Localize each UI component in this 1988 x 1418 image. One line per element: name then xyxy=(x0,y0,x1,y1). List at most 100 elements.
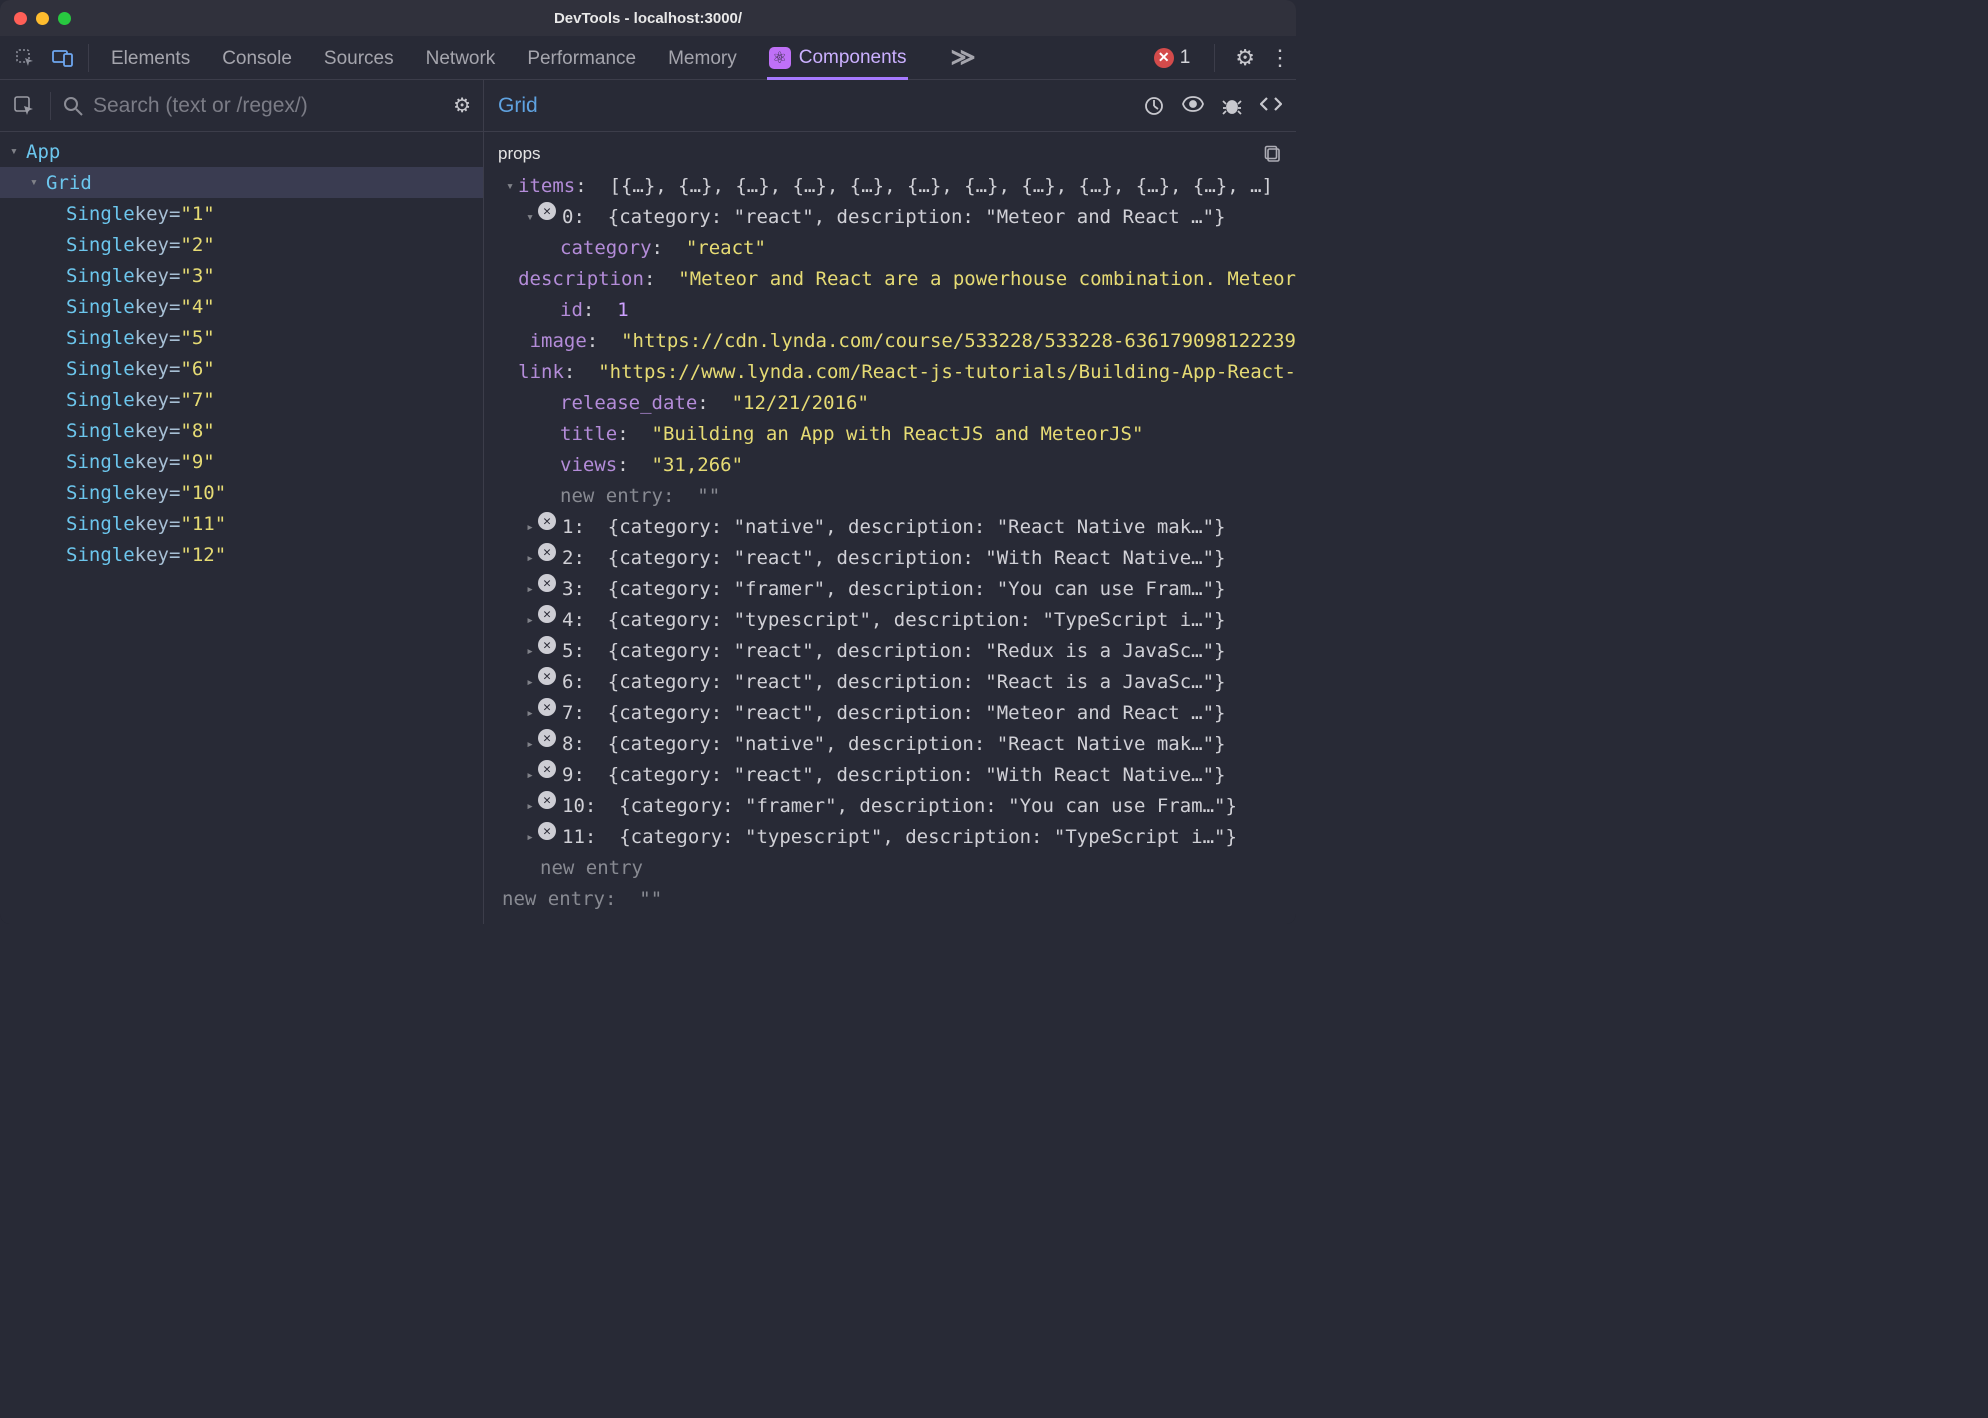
array-item[interactable]: ▸✕9: {category: "react", description: "W… xyxy=(484,760,1296,791)
key-label: key xyxy=(135,420,169,442)
object-summary: {category: "typescript", description: "T… xyxy=(619,822,1237,853)
panel-tabs: Elements Console Sources Network Perform… xyxy=(109,37,976,79)
tree-node-single[interactable]: Single key="2" xyxy=(0,229,483,260)
tab-sources[interactable]: Sources xyxy=(322,38,396,78)
tab-console[interactable]: Console xyxy=(220,38,294,78)
prop-field-id[interactable]: id: 1 xyxy=(484,295,1296,326)
array-item[interactable]: ▸✕1: {category: "native", description: "… xyxy=(484,512,1296,543)
tree-node-single[interactable]: Single key="1" xyxy=(0,198,483,229)
inspect-element-icon[interactable] xyxy=(10,43,40,73)
array-item[interactable]: ▸✕11: {category: "typescript", descripti… xyxy=(484,822,1296,853)
delete-icon[interactable]: ✕ xyxy=(538,698,556,716)
tree-node-single[interactable]: Single key="8" xyxy=(0,415,483,446)
delete-icon[interactable]: ✕ xyxy=(538,543,556,561)
prop-items[interactable]: ▾ items: [{…}, {…}, {…}, {…}, {…}, {…}, … xyxy=(484,171,1296,202)
tree-node-single[interactable]: Single key="4" xyxy=(0,291,483,322)
chevron-down-icon: ▾ xyxy=(502,171,518,202)
kebab-menu-icon[interactable]: ⋮ xyxy=(1269,45,1290,71)
tree-node-single[interactable]: Single key="5" xyxy=(0,322,483,353)
tree-node-single[interactable]: Single key="11" xyxy=(0,508,483,539)
react-settings-icon[interactable]: ⚙ xyxy=(453,93,471,118)
tab-performance[interactable]: Performance xyxy=(525,38,638,78)
suspense-icon[interactable] xyxy=(1144,96,1164,116)
key-value: "3" xyxy=(180,265,214,287)
prop-field-release_date[interactable]: release_date: "12/21/2016" xyxy=(484,388,1296,419)
delete-icon[interactable]: ✕ xyxy=(538,729,556,747)
prop-field-description[interactable]: description: "Meteor and React are a pow… xyxy=(484,264,1296,295)
device-toolbar-icon[interactable] xyxy=(48,43,78,73)
array-item[interactable]: ▸✕8: {category: "native", description: "… xyxy=(484,729,1296,760)
settings-icon[interactable]: ⚙ xyxy=(1235,45,1255,71)
key-value: "11" xyxy=(180,513,226,535)
new-entry-outer[interactable]: new entry: "" xyxy=(484,884,1296,915)
prop-field-link[interactable]: link: "https://www.lynda.com/React-js-tu… xyxy=(484,357,1296,388)
key-label: key xyxy=(135,265,169,287)
prop-field-category[interactable]: category: "react" xyxy=(484,233,1296,264)
delete-icon[interactable]: ✕ xyxy=(538,512,556,530)
copy-icon[interactable] xyxy=(1264,145,1282,163)
object-summary: {category: "native", description: "React… xyxy=(608,729,1226,760)
view-source-icon[interactable] xyxy=(1260,96,1282,116)
key-label: key xyxy=(135,513,169,535)
array-item[interactable]: ▸✕7: {category: "react", description: "M… xyxy=(484,698,1296,729)
bug-icon[interactable] xyxy=(1222,96,1242,116)
array-item[interactable]: ▸✕4: {category: "typescript", descriptio… xyxy=(484,605,1296,636)
props-section-header: props xyxy=(484,132,1296,171)
select-component-icon[interactable] xyxy=(10,95,38,117)
tree-node-single[interactable]: Single key="3" xyxy=(0,260,483,291)
close-window-button[interactable] xyxy=(14,12,27,25)
array-item[interactable]: ▸✕6: {category: "react", description: "R… xyxy=(484,667,1296,698)
delete-icon[interactable]: ✕ xyxy=(538,791,556,809)
maximize-window-button[interactable] xyxy=(58,12,71,25)
delete-icon[interactable]: ✕ xyxy=(538,574,556,592)
tab-components[interactable]: ⚛ Components xyxy=(767,37,909,80)
tree-node-single[interactable]: Single key="9" xyxy=(0,446,483,477)
prop-value: "31,266" xyxy=(652,450,744,481)
tree-node-grid[interactable]: ▾ Grid xyxy=(0,167,483,198)
chevron-right-icon: ▸ xyxy=(522,636,538,667)
array-index: 6 xyxy=(562,667,573,698)
new-entry-inner[interactable]: new entry: "" xyxy=(484,481,1296,512)
tree-node-single[interactable]: Single key="10" xyxy=(0,477,483,508)
array-index: 8 xyxy=(562,729,573,760)
array-item-0[interactable]: ▾ ✕ 0: {category: "react", description: … xyxy=(484,202,1296,233)
array-item[interactable]: ▸✕5: {category: "react", description: "R… xyxy=(484,636,1296,667)
prop-field-title[interactable]: title: "Building an App with ReactJS and… xyxy=(484,419,1296,450)
prop-field-image[interactable]: image: "https://cdn.lynda.com/course/533… xyxy=(484,326,1296,357)
minimize-window-button[interactable] xyxy=(36,12,49,25)
error-indicator[interactable]: ✕ 1 xyxy=(1154,47,1195,69)
array-index: 11 xyxy=(562,822,585,853)
component-name: Single xyxy=(66,482,135,504)
more-tabs-icon[interactable]: ≫ xyxy=(950,43,975,72)
array-item[interactable]: ▸✕10: {category: "framer", description: … xyxy=(484,791,1296,822)
prop-field-views[interactable]: views: "31,266" xyxy=(484,450,1296,481)
tree-node-app[interactable]: ▾ App xyxy=(0,136,483,167)
tree-node-single[interactable]: Single key="7" xyxy=(0,384,483,415)
eye-icon[interactable] xyxy=(1182,96,1204,116)
array-item[interactable]: ▸✕3: {category: "framer", description: "… xyxy=(484,574,1296,605)
delete-icon[interactable]: ✕ xyxy=(538,202,556,220)
chevron-right-icon: ▸ xyxy=(522,822,538,853)
tree-node-single[interactable]: Single key="6" xyxy=(0,353,483,384)
new-entry-array[interactable]: new entry xyxy=(484,853,1296,884)
prop-key: link xyxy=(518,357,564,388)
tab-memory[interactable]: Memory xyxy=(666,38,739,78)
chevron-right-icon: ▸ xyxy=(522,605,538,636)
prop-value: "react" xyxy=(686,233,766,264)
component-search-input[interactable] xyxy=(93,94,443,118)
error-icon: ✕ xyxy=(1154,48,1174,68)
array-item[interactable]: ▸✕2: {category: "react", description: "W… xyxy=(484,543,1296,574)
object-summary: {category: "react", description: "With R… xyxy=(608,543,1226,574)
component-name: Single xyxy=(66,203,135,225)
tab-elements[interactable]: Elements xyxy=(109,38,192,78)
delete-icon[interactable]: ✕ xyxy=(538,822,556,840)
delete-icon[interactable]: ✕ xyxy=(538,667,556,685)
tab-components-label: Components xyxy=(799,47,907,69)
key-value: "8" xyxy=(180,420,214,442)
tree-node-single[interactable]: Single key="12" xyxy=(0,539,483,570)
delete-icon[interactable]: ✕ xyxy=(538,636,556,654)
component-name: Single xyxy=(66,420,135,442)
delete-icon[interactable]: ✕ xyxy=(538,605,556,623)
delete-icon[interactable]: ✕ xyxy=(538,760,556,778)
tab-network[interactable]: Network xyxy=(424,38,498,78)
